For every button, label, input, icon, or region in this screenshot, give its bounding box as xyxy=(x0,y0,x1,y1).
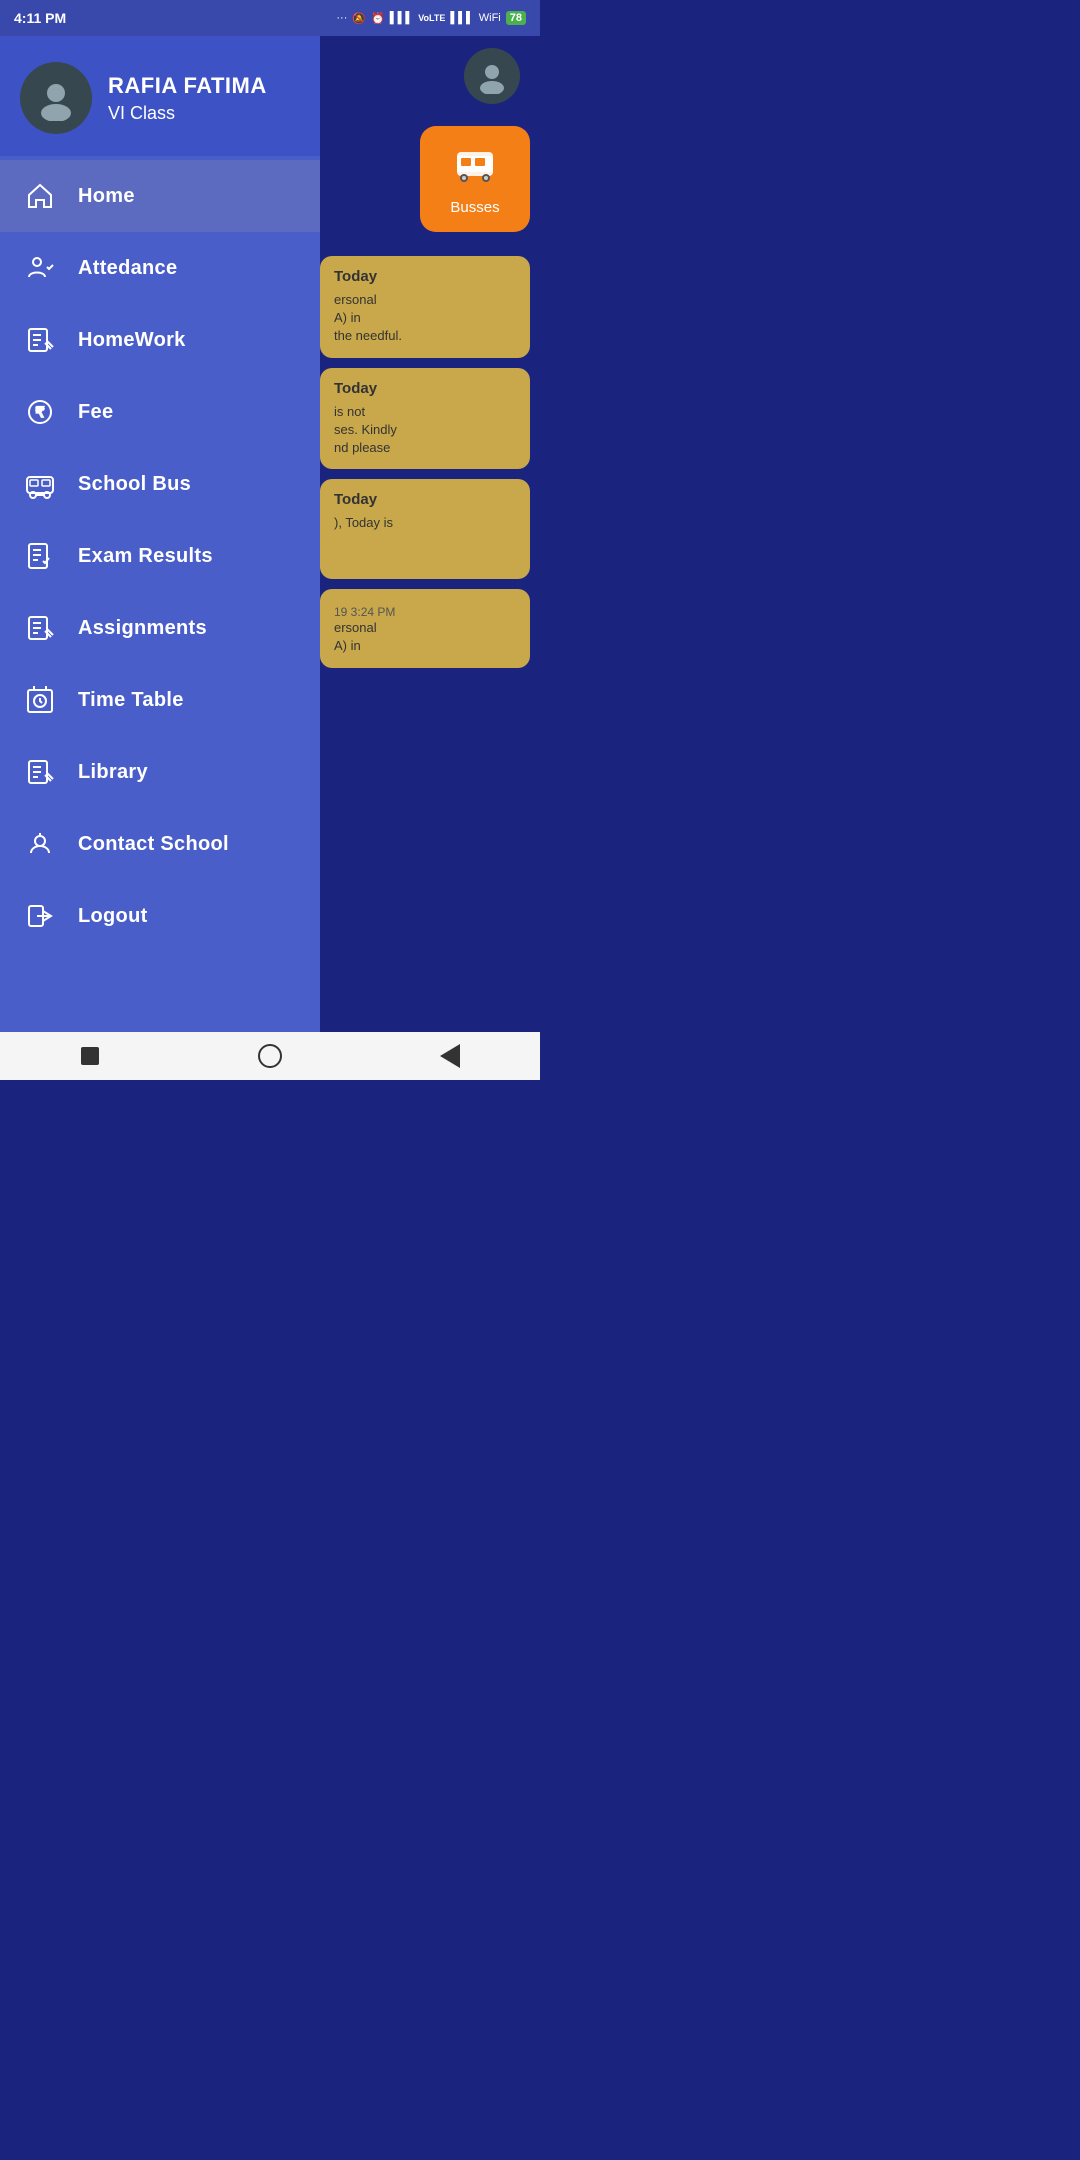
sidebar-item-library[interactable]: Library xyxy=(0,736,320,808)
notif-date-3: Today xyxy=(334,491,516,508)
notif-text-4: ersonalA) in xyxy=(334,619,516,655)
contact-school-icon xyxy=(22,826,58,862)
assignments-icon xyxy=(22,610,58,646)
sidebar-item-fee-label: Fee xyxy=(78,401,113,424)
notif-card-2: Today is notses. Kindlynd please xyxy=(320,368,530,470)
square-icon xyxy=(81,1047,99,1065)
recent-apps-button[interactable] xyxy=(74,1040,106,1072)
back-button[interactable] xyxy=(434,1040,466,1072)
buses-card[interactable]: Busses xyxy=(420,126,530,232)
sidebar-item-home-label: Home xyxy=(78,185,135,208)
svg-text:₹: ₹ xyxy=(36,404,45,420)
notif-text-1: ersonalA) inthe needful. xyxy=(334,291,516,346)
notif-card-3: Today ), Today is xyxy=(320,479,530,579)
status-time: 4:11 PM xyxy=(14,10,66,26)
fee-icon: ₹ xyxy=(22,394,58,430)
navigation-drawer: RAFIA FATIMA VI Class Home xyxy=(0,36,320,1032)
exam-results-icon xyxy=(22,538,58,574)
notif-date-2: Today xyxy=(334,380,516,397)
sidebar-item-attendance-label: Attedance xyxy=(78,257,177,280)
profile-section: RAFIA FATIMA VI Class xyxy=(0,36,320,156)
sidebar-item-exam-results[interactable]: Exam Results xyxy=(0,520,320,592)
sidebar-item-logout[interactable]: Logout xyxy=(0,880,320,952)
status-icons: ··· 🔕 ⏰ ▌▌▌ VoLTE ▌▌▌ WiFi 78 xyxy=(336,11,526,25)
sidebar-item-time-table[interactable]: Time Table xyxy=(0,664,320,736)
notif-card-1: Today ersonalA) inthe needful. xyxy=(320,256,530,358)
profile-info: RAFIA FATIMA VI Class xyxy=(108,73,267,124)
profile-name: RAFIA FATIMA xyxy=(108,73,267,99)
time-table-icon xyxy=(22,682,58,718)
avatar-right xyxy=(464,48,520,104)
sidebar-item-logout-label: Logout xyxy=(78,905,148,928)
sidebar-item-homework[interactable]: HomeWork xyxy=(0,304,320,376)
sidebar-item-home[interactable]: Home xyxy=(0,160,320,232)
sidebar-item-contact-school[interactable]: Contact School xyxy=(0,808,320,880)
nav-menu: Home Attedance xyxy=(0,156,320,1032)
sidebar-item-school-bus[interactable]: School Bus xyxy=(0,448,320,520)
attendance-icon xyxy=(22,250,58,286)
volte-icon: VoLTE xyxy=(418,13,445,23)
notif-text-3: ), Today is xyxy=(334,514,516,532)
logout-icon xyxy=(22,898,58,934)
sidebar-item-assignments[interactable]: Assignments xyxy=(0,592,320,664)
sidebar-item-assignments-label: Assignments xyxy=(78,617,207,640)
status-bar: 4:11 PM ··· 🔕 ⏰ ▌▌▌ VoLTE ▌▌▌ WiFi 78 xyxy=(0,0,540,36)
avatar xyxy=(20,62,92,134)
triangle-icon xyxy=(440,1044,460,1068)
battery-icon: 78 xyxy=(506,11,526,25)
home-button[interactable] xyxy=(254,1040,286,1072)
signal-dots: ··· xyxy=(336,12,347,24)
sidebar-item-time-table-label: Time Table xyxy=(78,689,184,712)
school-bus-icon xyxy=(22,466,58,502)
signal-bars: ▌▌▌ xyxy=(390,12,413,24)
buses-label: Busses xyxy=(450,199,499,216)
library-icon xyxy=(22,754,58,790)
circle-icon xyxy=(258,1044,282,1068)
homework-icon xyxy=(22,322,58,358)
notif-text-2: is notses. Kindlynd please xyxy=(334,403,516,458)
profile-class: VI Class xyxy=(108,103,267,124)
main-container: Busses Today ersonalA) inthe needful. To… xyxy=(0,36,540,1032)
sidebar-item-school-bus-label: School Bus xyxy=(78,473,191,496)
bottom-nav xyxy=(0,1032,540,1080)
alarm-icon: ⏰ xyxy=(371,12,385,25)
notification-cards: Today ersonalA) inthe needful. Today is … xyxy=(320,256,540,668)
sidebar-item-attendance[interactable]: Attedance xyxy=(0,232,320,304)
notif-card-4: 19 3:24 PM ersonalA) in xyxy=(320,589,530,667)
notif-date-1: Today xyxy=(334,268,516,285)
notif-timestamp: 19 3:24 PM xyxy=(334,605,516,619)
sidebar-item-contact-school-label: Contact School xyxy=(78,833,229,856)
sidebar-item-fee[interactable]: ₹ Fee xyxy=(0,376,320,448)
mute-icon: 🔕 xyxy=(352,12,366,25)
bus-icon xyxy=(453,142,497,191)
home-icon xyxy=(22,178,58,214)
sidebar-item-homework-label: HomeWork xyxy=(78,329,186,352)
signal-bars-2: ▌▌▌ xyxy=(450,12,473,24)
wifi-icon: WiFi xyxy=(479,12,501,24)
sidebar-item-library-label: Library xyxy=(78,761,148,784)
sidebar-item-exam-results-label: Exam Results xyxy=(78,545,213,568)
